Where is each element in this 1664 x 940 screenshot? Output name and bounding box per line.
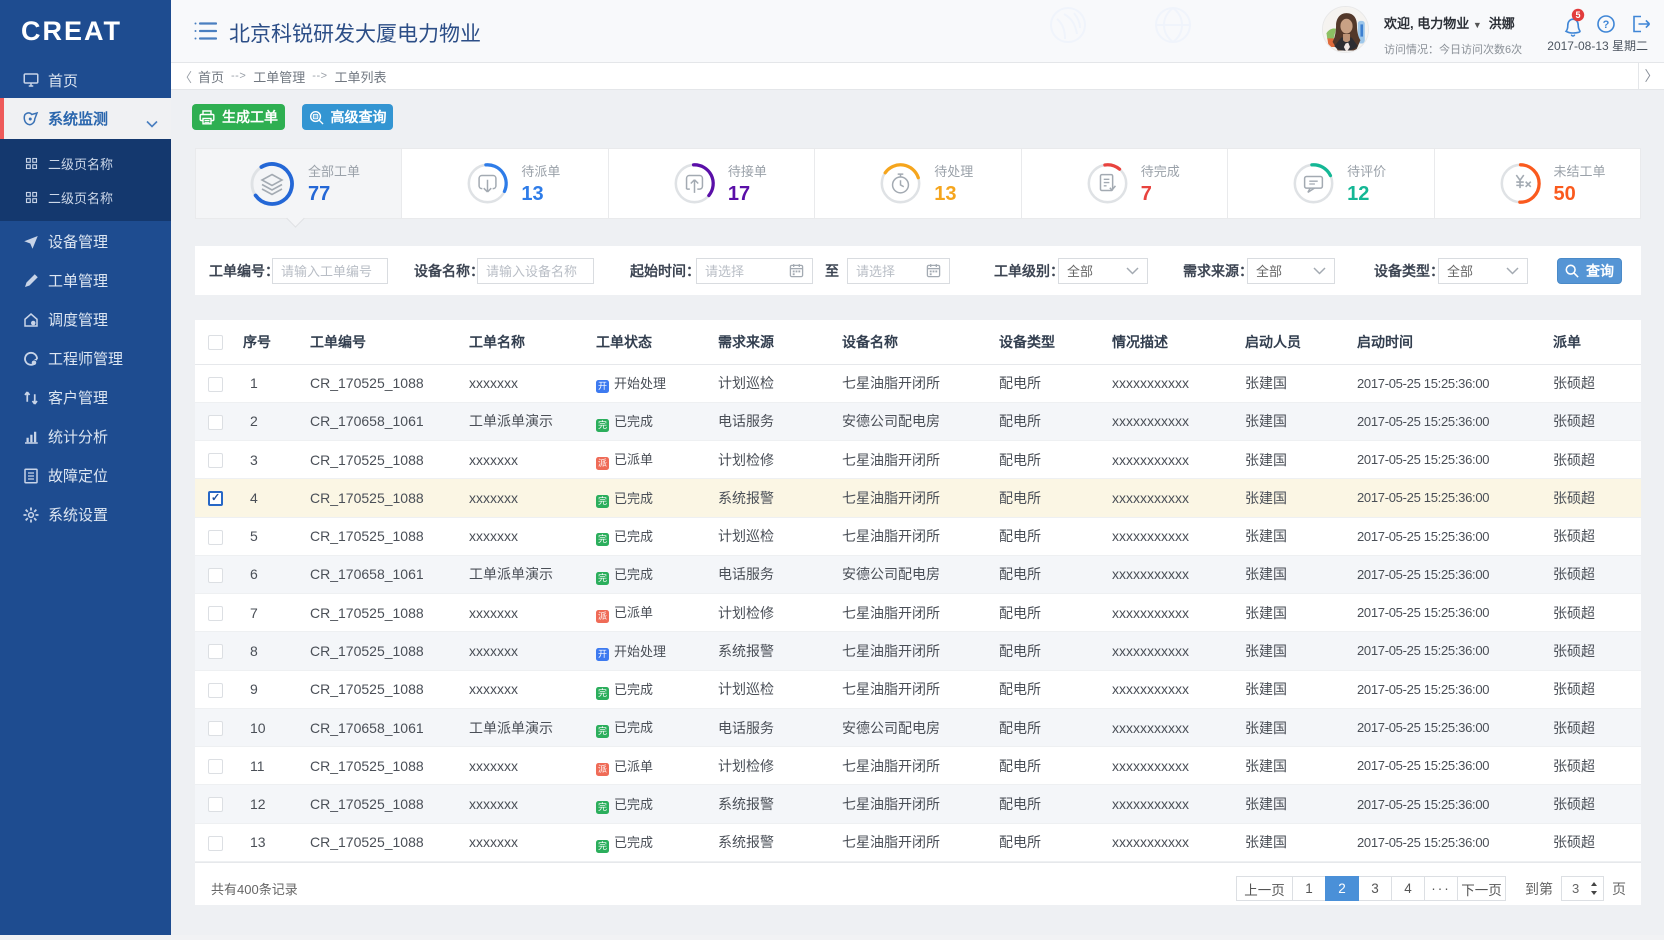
svg-text:5: 5 xyxy=(1575,10,1580,20)
svg-text:?: ? xyxy=(1603,19,1610,31)
